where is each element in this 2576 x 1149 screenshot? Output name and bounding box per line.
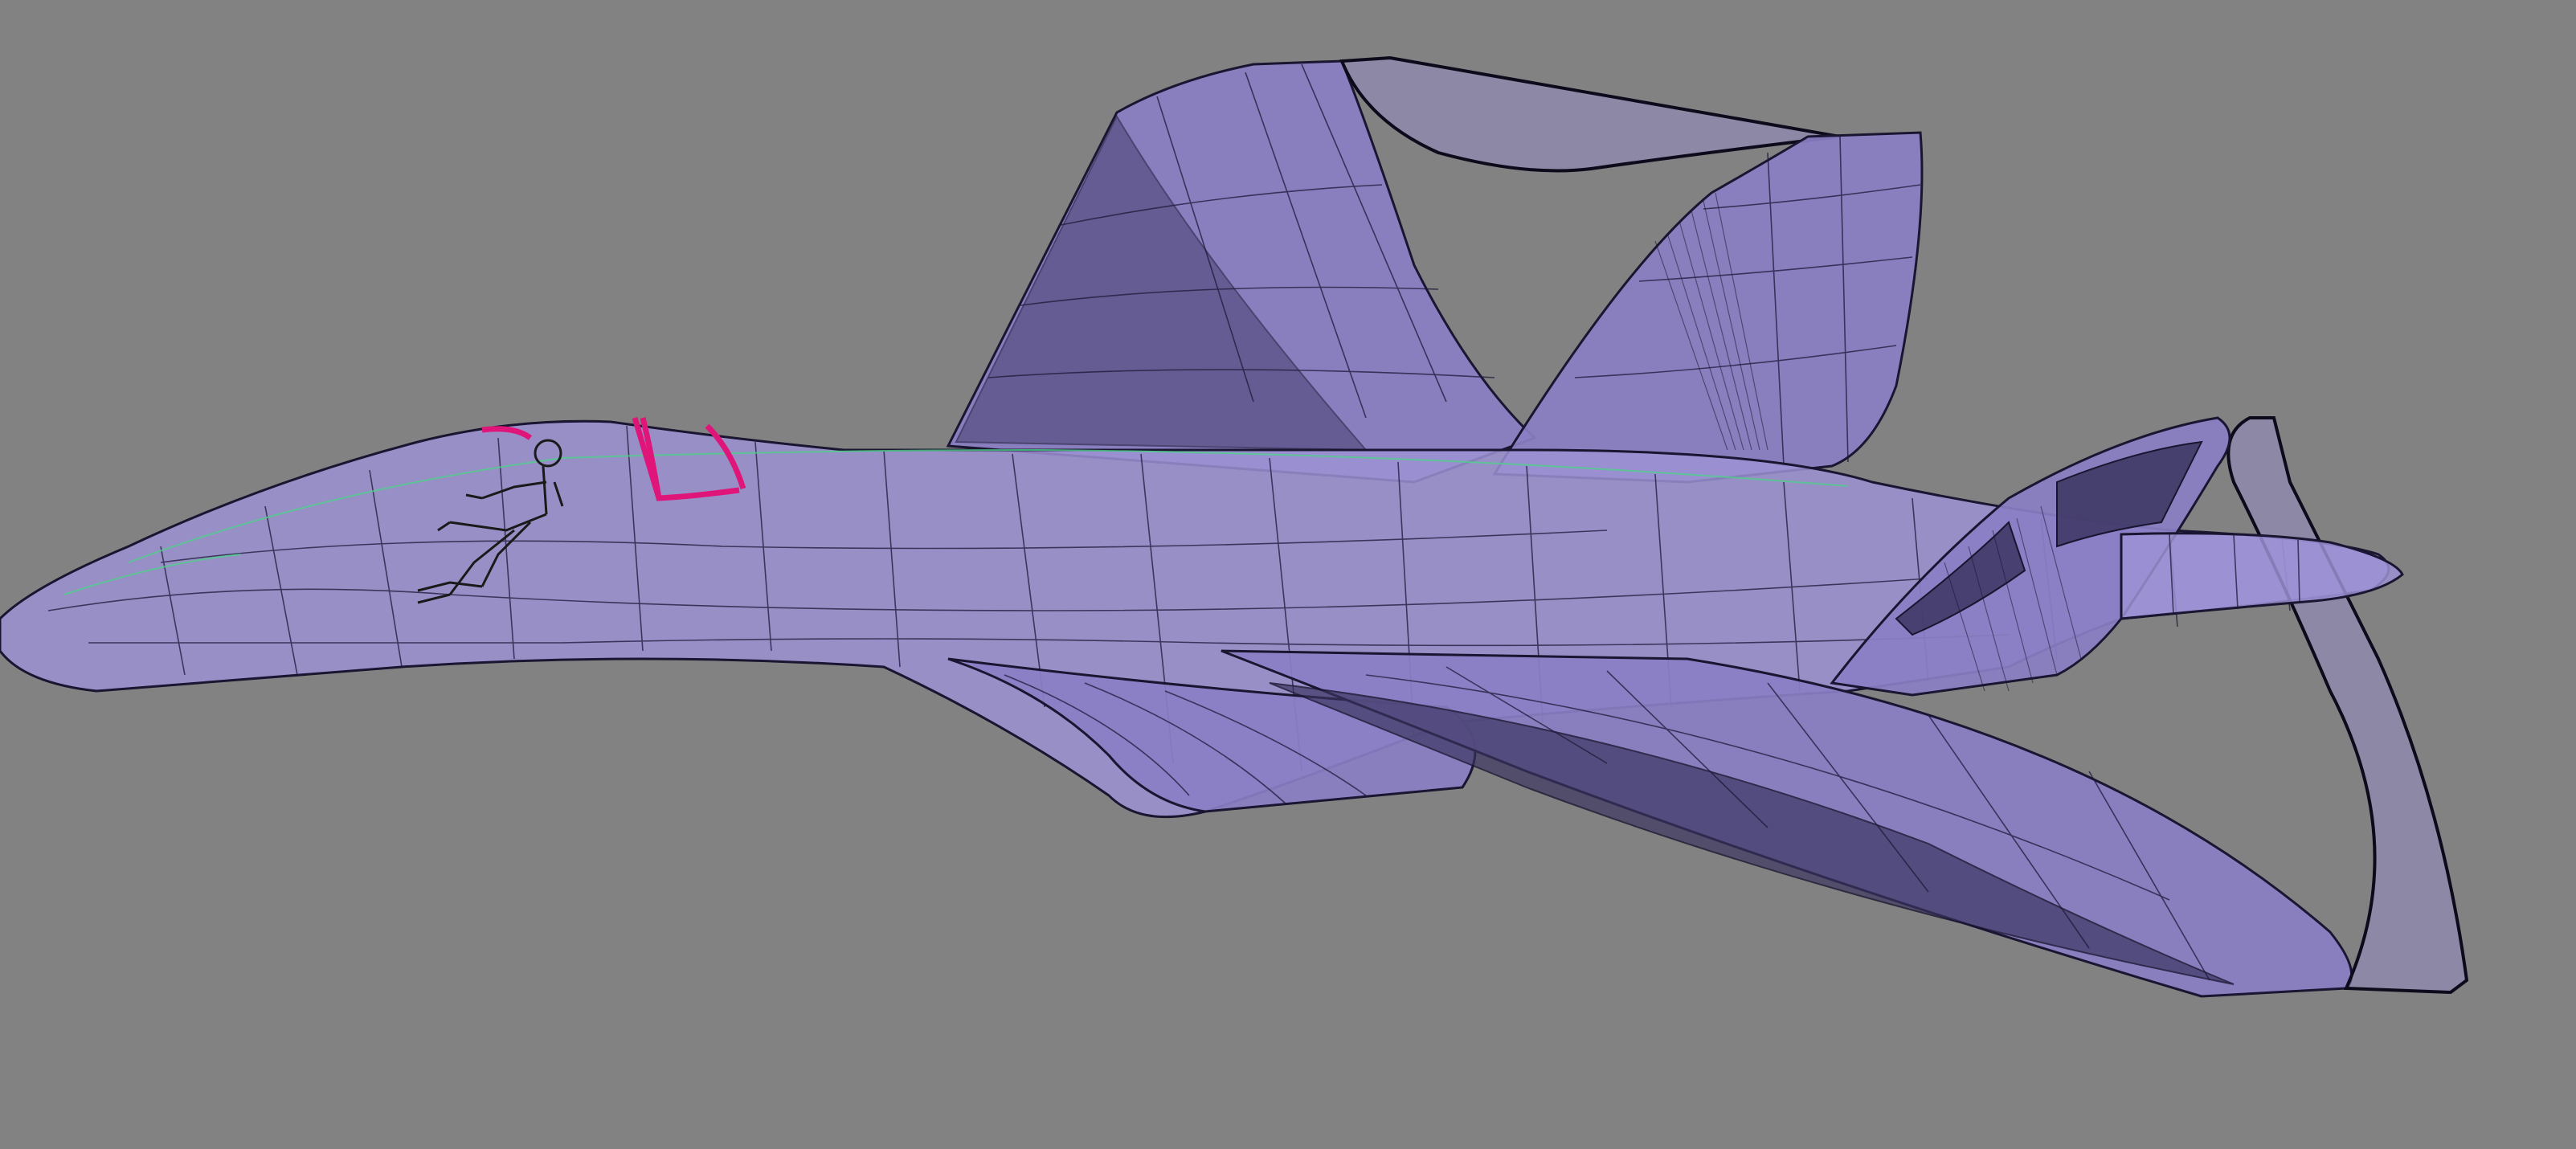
aircraft-wireframe-model[interactable]: [0, 0, 2576, 1149]
vertical-tail-fin[interactable]: [1492, 131, 1924, 484]
upper-wing-ribbon: [1339, 55, 1841, 173]
3d-viewport[interactable]: [0, 0, 2576, 1149]
tail-cone: [2120, 532, 2404, 620]
